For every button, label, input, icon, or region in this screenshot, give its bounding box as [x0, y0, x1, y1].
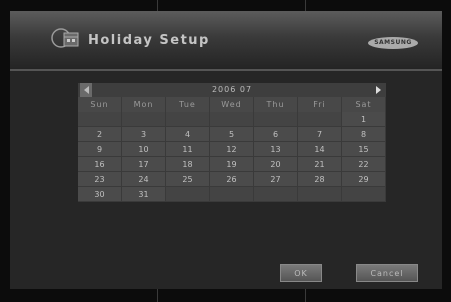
month-label: 2006 07	[211, 85, 253, 94]
calendar-day[interactable]: 23	[78, 172, 122, 187]
calendar-day[interactable]: 17	[122, 157, 166, 172]
calendar-day[interactable]: 6	[254, 127, 298, 142]
calendar-day[interactable]: 2	[78, 127, 122, 142]
weekday-header: Mon	[122, 97, 166, 112]
calendar-day[interactable]: 27	[254, 172, 298, 187]
calendar-day[interactable]: 31	[122, 187, 166, 202]
holiday-setup-screen: Holiday Setup SAMSUNG 2006 07 Sun Mon Tue W…	[10, 11, 442, 289]
calendar-day[interactable]: 14	[298, 142, 342, 157]
weekday-header: Sat	[342, 97, 386, 112]
next-month-button[interactable]	[372, 83, 384, 97]
brand-logo: SAMSUNG	[368, 37, 418, 49]
weekday-header: Tue	[166, 97, 210, 112]
calendar-day[interactable]: 22	[342, 157, 386, 172]
calendar-day[interactable]: 24	[122, 172, 166, 187]
calendar-day[interactable]: 19	[210, 157, 254, 172]
calendar-empty-cell	[166, 187, 210, 202]
calendar-day[interactable]: 3	[122, 127, 166, 142]
calendar-empty-cell	[78, 112, 122, 127]
calendar-day[interactable]: 9	[78, 142, 122, 157]
calendar-day[interactable]: 7	[298, 127, 342, 142]
weekday-header: Fri	[298, 97, 342, 112]
calendar-grid: Sun Mon Tue Wed Thu Fri Sat 1 2 3 4 5 6 7 8 9 10 11 12 13 14…	[78, 97, 386, 202]
calendar-day[interactable]: 28	[298, 172, 342, 187]
calendar-day[interactable]: 15	[342, 142, 386, 157]
calendar-day[interactable]: 8	[342, 127, 386, 142]
calendar-settings-icon	[50, 27, 80, 49]
weekday-header: Wed	[210, 97, 254, 112]
calendar-empty-cell	[210, 112, 254, 127]
page-title: Holiday Setup	[88, 33, 210, 48]
calendar-day[interactable]: 1	[342, 112, 386, 127]
calendar: 2006 07 Sun Mon Tue Wed Thu Fri Sat 1 2 3 4 5 6 7 8 9 10…	[78, 83, 386, 202]
header-bar: Holiday Setup SAMSUNG	[10, 11, 442, 69]
calendar-empty-cell	[298, 187, 342, 202]
calendar-empty-cell	[122, 112, 166, 127]
calendar-day[interactable]: 18	[166, 157, 210, 172]
calendar-day[interactable]: 16	[78, 157, 122, 172]
calendar-day[interactable]: 20	[254, 157, 298, 172]
calendar-nav: 2006 07	[78, 83, 386, 97]
calendar-day[interactable]: 29	[342, 172, 386, 187]
calendar-day[interactable]: 10	[122, 142, 166, 157]
calendar-empty-cell	[298, 112, 342, 127]
calendar-empty-cell	[254, 112, 298, 127]
cancel-button[interactable]: Cancel	[356, 264, 418, 282]
calendar-day[interactable]: 26	[210, 172, 254, 187]
calendar-day[interactable]: 13	[254, 142, 298, 157]
calendar-empty-cell	[166, 112, 210, 127]
calendar-day[interactable]: 12	[210, 142, 254, 157]
calendar-day[interactable]: 21	[298, 157, 342, 172]
calendar-day[interactable]: 25	[166, 172, 210, 187]
header-divider	[10, 69, 442, 71]
calendar-empty-cell	[210, 187, 254, 202]
calendar-day[interactable]: 5	[210, 127, 254, 142]
calendar-empty-cell	[342, 187, 386, 202]
calendar-empty-cell	[254, 187, 298, 202]
weekday-header: Thu	[254, 97, 298, 112]
calendar-day[interactable]: 4	[166, 127, 210, 142]
ok-button[interactable]: OK	[280, 264, 322, 282]
calendar-day[interactable]: 30	[78, 187, 122, 202]
calendar-day[interactable]: 11	[166, 142, 210, 157]
arrow-right-icon	[375, 86, 381, 94]
weekday-header: Sun	[78, 97, 122, 112]
